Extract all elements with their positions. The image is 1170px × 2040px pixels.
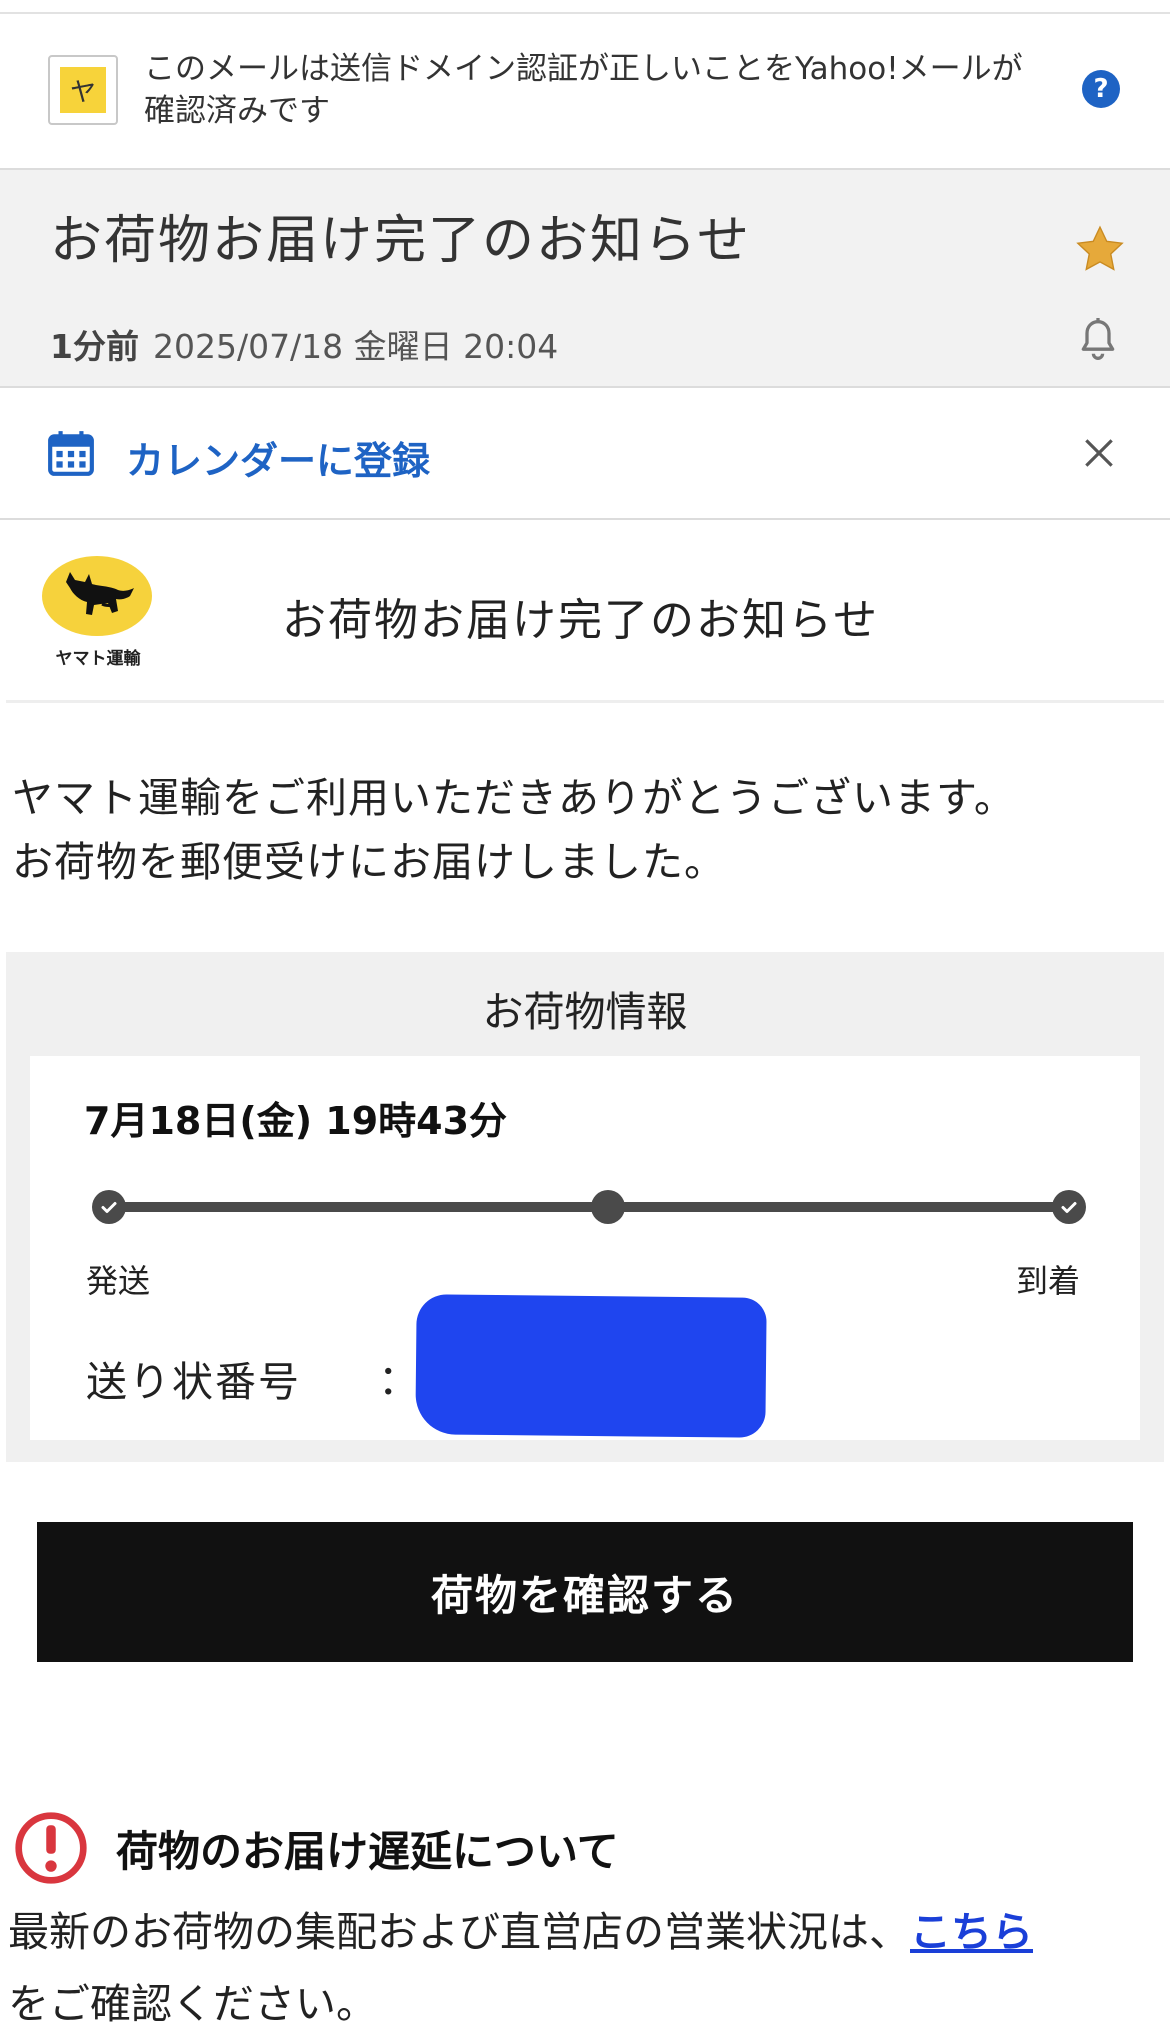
mail-heading: お荷物お届け完了のお知らせ [282, 595, 880, 646]
intro-line-2: お荷物を郵便受けにお届けしました。 [12, 838, 726, 886]
verification-text: このメールは送信ドメイン認証が正しいことをYahoo!メールが確認済みです [144, 51, 1023, 129]
calendar-register-row[interactable]: カレンダーに登録 [0, 388, 1170, 520]
invoice-number-redaction [415, 1294, 767, 1438]
notice-link[interactable]: こちら [910, 1908, 1033, 1956]
mail-datetime: 2025/07/18 金曜日 20:04 [152, 327, 559, 366]
package-info-section: お荷物情報 7月18日(金) 19時43分 発送 到着 送り状番号 ： [6, 952, 1164, 1462]
progress-track [98, 1202, 1078, 1212]
help-icon[interactable]: ? [1082, 70, 1120, 108]
logo-caption: ヤマト運輸 [55, 649, 141, 669]
delay-notice-title: 荷物のお届け遅延について [116, 1827, 619, 1876]
bell-icon[interactable] [1076, 316, 1120, 364]
notice-text-after: をご確認ください。 [8, 1980, 377, 2028]
sender-badge-letter: ヤ [60, 67, 106, 113]
progress-end-label: 到着 [1016, 1262, 1081, 1300]
relative-time: 1分前 [50, 327, 139, 366]
notice-text-before: 最新のお荷物の集配および直営店の営業状況は、 [8, 1908, 910, 1956]
top-edge [0, 0, 1170, 14]
delay-notice-text: 最新のお荷物の集配および直営店の営業状況は、こちら をご確認ください。 [8, 1896, 1158, 2040]
mail-subject: お荷物お届け完了のお知らせ [50, 211, 751, 271]
check-icon [101, 1202, 117, 1213]
alert-icon [15, 1812, 87, 1884]
intro-line-1: ヤマト運輸をご利用いただきありがとうございます。 [12, 774, 1016, 822]
calendar-register-link[interactable]: カレンダーに登録 [126, 430, 430, 485]
calendar-icon [48, 431, 94, 476]
mail-header: お荷物お届け完了のお知らせ 1分前 2025/07/18 金曜日 20:04 [0, 170, 1170, 388]
invoice-number-label: 送り状番号 [86, 1358, 301, 1406]
invoice-colon: ： [378, 1356, 419, 1404]
sender-badge: ヤ [48, 55, 118, 125]
progress-step-shipped [92, 1190, 126, 1224]
domain-verification-bar: ヤ このメールは送信ドメイン認証が正しいことをYahoo!メールが確認済みです … [0, 14, 1170, 170]
delivery-datetime: 7月18日(金) 19時43分 [84, 1099, 508, 1143]
progress-step-transit [591, 1190, 625, 1224]
mail-timestamp: 1分前 2025/07/18 金曜日 20:04 [50, 320, 558, 368]
mail-intro: ヤマト運輸をご利用いただきありがとうございます。 お荷物を郵便受けにお届けしまし… [12, 766, 1016, 894]
progress-start-label: 発送 [86, 1262, 151, 1300]
close-icon[interactable] [1080, 434, 1118, 472]
yamato-logo: ヤマト運輸 [38, 556, 158, 669]
black-cat-icon [66, 572, 134, 615]
package-info-card: 7月18日(金) 19時43分 発送 到着 送り状番号 ： [30, 1056, 1140, 1440]
mail-body-header: ヤマト運輸 お荷物お届け完了のお知らせ [6, 520, 1164, 703]
progress-step-arrived [1052, 1190, 1086, 1224]
star-icon[interactable] [1072, 222, 1128, 278]
check-package-button[interactable]: 荷物を確認する [37, 1522, 1133, 1662]
package-info-title: お荷物情報 [482, 988, 688, 1036]
check-icon [1061, 1202, 1077, 1213]
